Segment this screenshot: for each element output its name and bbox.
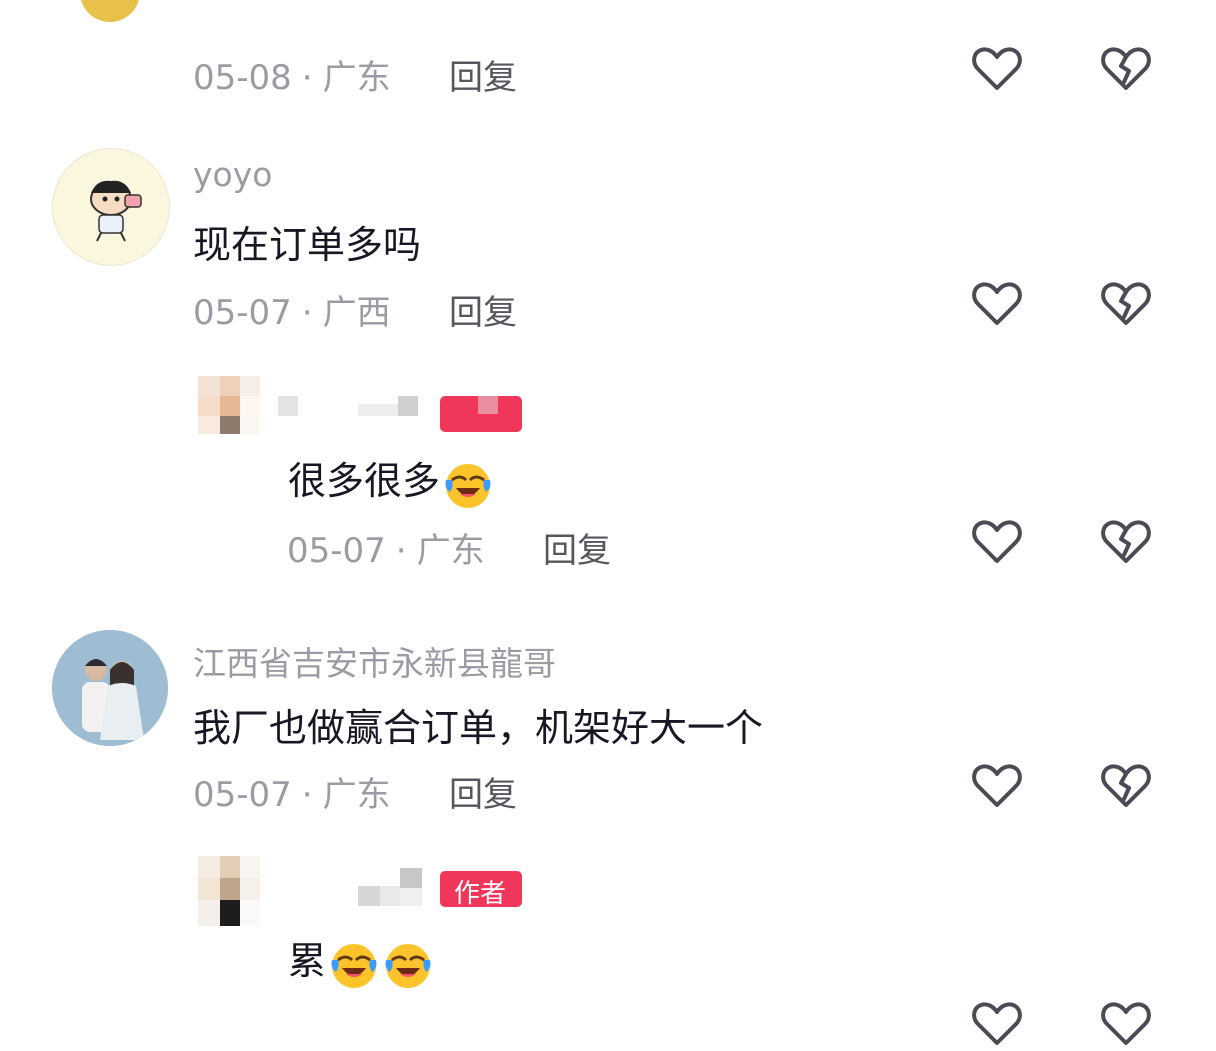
comment-meta: 05-07 · 广西 bbox=[193, 293, 391, 333]
comment-text: 我厂也做赢合订单，机架好大一个 bbox=[193, 706, 764, 750]
reply-button[interactable]: 回复 bbox=[449, 50, 517, 99]
avatar[interactable] bbox=[52, 148, 170, 266]
laughing-crying-emoji bbox=[385, 943, 431, 988]
username[interactable]: 江西省吉安市永新县龍哥 bbox=[193, 637, 556, 685]
comment-meta: 05-08 · 广东 bbox=[193, 58, 391, 98]
username[interactable]: yoyo bbox=[193, 155, 272, 194]
comment-text: 很多很多 bbox=[288, 450, 494, 510]
broken-heart-icon bbox=[1101, 520, 1151, 563]
reply-button[interactable]: 回复 bbox=[543, 523, 611, 572]
broken-heart-icon bbox=[1101, 47, 1151, 90]
like-button[interactable] bbox=[969, 757, 1025, 813]
reply-text: 累 bbox=[288, 939, 327, 983]
reply-button[interactable]: 回复 bbox=[449, 285, 517, 334]
heart-outline-icon bbox=[972, 1002, 1022, 1045]
blurred-avatar[interactable] bbox=[198, 376, 260, 434]
heart-outline-icon bbox=[972, 282, 1022, 325]
comment-region: 广西 bbox=[322, 293, 391, 333]
reply-text: 很多很多 bbox=[288, 459, 441, 503]
dislike-button[interactable] bbox=[1098, 513, 1154, 569]
heart-outline-icon bbox=[972, 47, 1022, 90]
laughing-crying-emoji bbox=[445, 463, 491, 508]
comment-date: 05-07 bbox=[193, 293, 292, 333]
comment-text: 累 bbox=[288, 930, 434, 990]
dislike-button[interactable] bbox=[1098, 757, 1154, 813]
comment-region: 广东 bbox=[416, 531, 485, 571]
wedding-photo-avatar-icon bbox=[52, 630, 168, 746]
cartoon-avatar-icon bbox=[90, 180, 142, 242]
author-badge: 作者 bbox=[440, 871, 522, 909]
heart-outline-icon bbox=[972, 520, 1022, 563]
comment-meta: 05-07 · 广东 bbox=[193, 775, 391, 815]
like-button[interactable] bbox=[969, 513, 1025, 569]
dislike-button[interactable] bbox=[1098, 275, 1154, 331]
partial-avatar-top bbox=[80, 0, 140, 22]
reply-button[interactable]: 回复 bbox=[449, 767, 517, 816]
laughing-crying-emoji bbox=[331, 943, 377, 988]
dislike-button[interactable] bbox=[1098, 40, 1154, 96]
heart-outline-icon bbox=[972, 764, 1022, 807]
like-button[interactable] bbox=[969, 40, 1025, 96]
comment-date: 05-07 bbox=[193, 775, 292, 815]
comment-date: 05-07 bbox=[287, 531, 386, 571]
comment-text: 现在订单多吗 bbox=[193, 223, 422, 267]
blurred-username bbox=[358, 868, 424, 908]
dislike-button[interactable] bbox=[1098, 995, 1154, 1051]
avatar[interactable] bbox=[52, 630, 168, 746]
broken-heart-icon bbox=[1101, 282, 1151, 325]
blurred-avatar[interactable] bbox=[198, 856, 260, 926]
comment-date: 05-08 bbox=[193, 58, 292, 98]
comment-meta: 05-07 · 广东 bbox=[287, 531, 485, 571]
author-badge bbox=[440, 396, 522, 432]
broken-heart-icon bbox=[1101, 764, 1151, 807]
like-button[interactable] bbox=[969, 275, 1025, 331]
blurred-username bbox=[278, 394, 424, 418]
broken-heart-icon bbox=[1101, 1002, 1151, 1045]
like-button[interactable] bbox=[969, 995, 1025, 1051]
comment-region: 广东 bbox=[322, 775, 391, 815]
comment-region: 广东 bbox=[322, 58, 391, 98]
